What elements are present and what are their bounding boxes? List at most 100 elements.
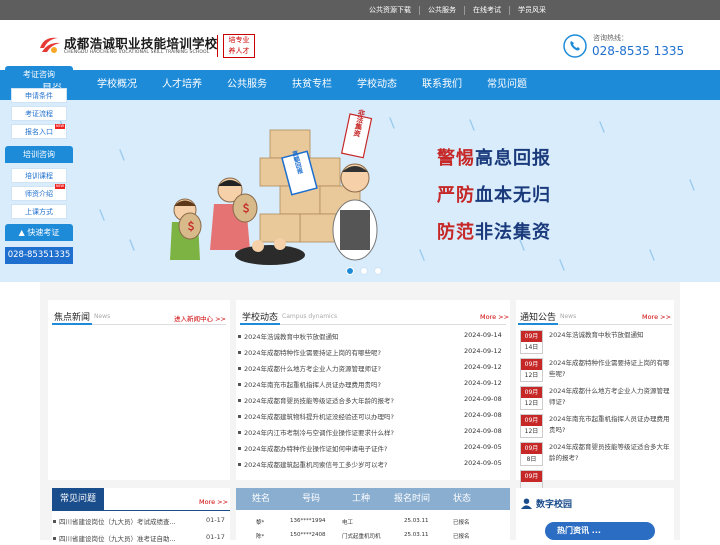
sidebar-quick-cert[interactable]: ▲ 快速考证 — [5, 224, 73, 241]
table-header-cell: 姓名 — [252, 494, 271, 504]
divider — [52, 510, 230, 511]
news-row[interactable]: 2024年成都建筑物科提升机证没经验还可以办理吗? 2024-09-08 — [236, 411, 506, 423]
news-row[interactable]: 2024年成都什么地方考企业人力资源管理师证? 2024-09-12 — [236, 363, 506, 375]
seal-line-2: 养人才 — [228, 47, 250, 55]
notice-title[interactable]: 2024年成都什么地方考企业人力资源管理师证? — [549, 386, 673, 408]
phone-icon — [563, 34, 587, 58]
news-title[interactable]: 2024年内江市考制冷与空调作业操作证要求什么样? — [244, 427, 394, 437]
hotline-number: 028-8535 1335 — [592, 44, 685, 58]
table-header: 姓名 号码 工种 报名时间 状态 — [236, 488, 510, 510]
sidebar-item-conditions[interactable]: 申请条件 — [11, 88, 67, 103]
notice-month: 09月 — [521, 443, 542, 454]
person-icon — [521, 498, 532, 509]
new-badge: NEW — [55, 184, 65, 189]
carousel-dot[interactable] — [360, 267, 368, 275]
hero-banner[interactable]: 高额回报 非法集资 ＄ ＄ 警惕高息回报 严防血本无归 防范非法集资 — [0, 100, 720, 282]
top-link-student-style[interactable]: 学员风采 — [510, 5, 554, 15]
focus-news-title: 焦点新闻 — [54, 313, 91, 323]
news-row[interactable]: 2024年成都办特种作业操作证如何申请电子证件? 2024-09-05 — [236, 443, 506, 455]
notice-month: 09月 — [521, 359, 542, 370]
news-row[interactable]: 2024年成都育婴员技能等级证适合多大年龄的报考? 2024-09-08 — [236, 395, 506, 407]
nav-item-faq[interactable]: 常见问题 — [487, 70, 527, 100]
school-news-sub: Campus dynamics — [282, 313, 338, 320]
slogan-2: 严防血本无归 — [437, 185, 551, 206]
top-link-public-service[interactable]: 公共服务 — [420, 5, 464, 15]
nav-item-public-service[interactable]: 公共服务 — [227, 70, 267, 100]
notice-panel: 通知公告 News More >> 09月 14日 2024年浩诚教育中秋节放假通知… — [516, 300, 674, 494]
notice-day: 12日 — [524, 400, 539, 407]
notice-more-link[interactable]: More >> — [642, 313, 671, 321]
nav-item-about[interactable]: 学校概况 — [97, 70, 137, 100]
carousel-dot[interactable] — [346, 267, 354, 275]
bullet-icon — [238, 415, 241, 418]
news-title[interactable]: 2024年成都建筑起重机司索信号工多少岁可以考? — [244, 459, 388, 469]
bullet-icon — [238, 447, 241, 450]
notice-month: 09月 — [521, 415, 542, 426]
sidebar-section-training[interactable]: 培训咨询 — [5, 146, 73, 163]
focus-news-sub: News — [94, 313, 111, 320]
nav-item-training[interactable]: 人才培养 — [162, 70, 202, 100]
nav-item-news[interactable]: 学校动态 — [357, 70, 397, 100]
news-title[interactable]: 2024年南充市起重机指挥人员证办理费用贵吗? — [244, 379, 381, 389]
faq-more-link[interactable]: More >> — [199, 498, 228, 506]
sidebar-item-courses[interactable]: 培训课程 — [11, 168, 67, 183]
table-cell: 陈* — [256, 534, 265, 540]
school-news-panel: 学校动态 Campus dynamics More >> 2024年浩诚教育中秋… — [236, 300, 510, 480]
news-row[interactable]: 2024年浩诚教育中秋节放假通知 2024-09-14 — [236, 331, 506, 343]
news-row[interactable]: 2024年成都建筑起重机司索信号工多少岁可以考? 2024-09-05 — [236, 459, 506, 471]
title-accent — [240, 323, 280, 325]
news-row[interactable]: 2024年成都特种作业需要持证上岗的有哪些呢? 2024-09-12 — [236, 347, 506, 359]
faq-row[interactable]: 四川省建设岗位（九大员）考试成绩查... 01-17 — [52, 516, 225, 528]
nav-item-poverty[interactable]: 扶贫专栏 — [292, 70, 332, 100]
notice-date-badge: 09月 12日 — [520, 386, 543, 410]
digital-campus-button[interactable]: 热门资讯 ... — [545, 522, 655, 540]
top-links: 公共资源下载 公共服务 在线考试 学员风采 — [361, 0, 554, 20]
bullet-icon — [238, 383, 241, 386]
faq-title: 常见问题 — [52, 488, 104, 510]
school-news-more-link[interactable]: More >> — [480, 313, 509, 321]
floating-sidebar: 考证咨询 申请条件 考证流程 报名入口 NEW 培训咨询 培训课程 师资介绍 N… — [5, 66, 73, 266]
bullet-icon — [238, 399, 241, 402]
new-badge: NEW — [55, 124, 65, 129]
table-cell: 黎* — [256, 520, 265, 526]
notice-title[interactable]: 2024年成都特种作业需要持证上岗的有哪些呢? — [549, 358, 673, 380]
news-date: 2024-09-14 — [464, 331, 502, 339]
school-name-english: CHENGDU HAOCHENG VOCATIONAL SKILL TRAINI… — [64, 50, 210, 55]
sidebar-item-process[interactable]: 考证流程 — [11, 106, 67, 121]
notice-date-badge: 09月 12日 — [520, 358, 543, 382]
faq-title[interactable]: 四川省建设岗位（九大员）考试成绩查... — [59, 516, 176, 526]
table-cell: 电工 — [342, 520, 354, 526]
notice-title[interactable]: 2024年南充市起重机指挥人员证办理费用贵吗? — [549, 414, 673, 436]
focus-news-more-link[interactable]: 进入新闻中心 >> — [174, 313, 226, 323]
slogan-3: 防范非法集资 — [437, 222, 551, 243]
table-cell: 136****1994 — [290, 518, 326, 524]
news-title[interactable]: 2024年成都建筑物科提升机证没经验还可以办理吗? — [244, 411, 394, 421]
table-cell: 25.03.11 — [404, 518, 429, 524]
notice-title[interactable]: 2024年浩诚教育中秋节放假通知 — [549, 330, 673, 341]
news-title[interactable]: 2024年成都办特种作业操作证如何申请电子证件? — [244, 443, 388, 453]
faq-date: 01-17 — [206, 516, 225, 524]
sidebar-phone[interactable]: 028-85351335 — [5, 247, 73, 264]
faq-row[interactable]: 四川省建设岗位（九大员）准考证自助... 01-17 — [52, 533, 225, 545]
top-link-download[interactable]: 公共资源下载 — [361, 5, 419, 15]
school-logo-icon[interactable] — [38, 33, 62, 57]
sidebar-section-cert[interactable]: 考证咨询 — [5, 66, 73, 83]
top-link-online-exam[interactable]: 在线考试 — [465, 5, 509, 15]
title-accent — [52, 323, 92, 325]
sidebar-item-class-mode[interactable]: 上课方式 — [11, 204, 67, 219]
news-title[interactable]: 2024年成都特种作业需要持证上岗的有哪些呢? — [244, 347, 381, 357]
table-cell: 已报名 — [453, 534, 470, 540]
news-title[interactable]: 2024年成都什么地方考企业人力资源管理师证? — [244, 363, 381, 373]
nav-item-contact[interactable]: 联系我们 — [422, 70, 462, 100]
registration-table: 姓名 号码 工种 报名时间 状态 黎* 136****1994 电工 25.03.11… — [236, 488, 510, 540]
news-date: 2024-09-12 — [464, 347, 502, 355]
logo-divider — [217, 35, 218, 57]
notice-date-badge: 09月 14日 — [520, 330, 543, 354]
news-title[interactable]: 2024年成都育婴员技能等级证适合多大年龄的报考? — [244, 395, 394, 405]
faq-title[interactable]: 四川省建设岗位（九大员）准考证自助... — [59, 533, 176, 543]
notice-title[interactable]: 2024年成都育婴员技能等级证适合多大年龄的报考? — [549, 442, 673, 464]
carousel-dot[interactable] — [374, 267, 382, 275]
news-row[interactable]: 2024年内江市考制冷与空调作业操作证要求什么样? 2024-09-08 — [236, 427, 506, 439]
news-title[interactable]: 2024年浩诚教育中秋节放假通知 — [244, 331, 339, 341]
news-row[interactable]: 2024年南充市起重机指挥人员证办理费用贵吗? 2024-09-12 — [236, 379, 506, 391]
